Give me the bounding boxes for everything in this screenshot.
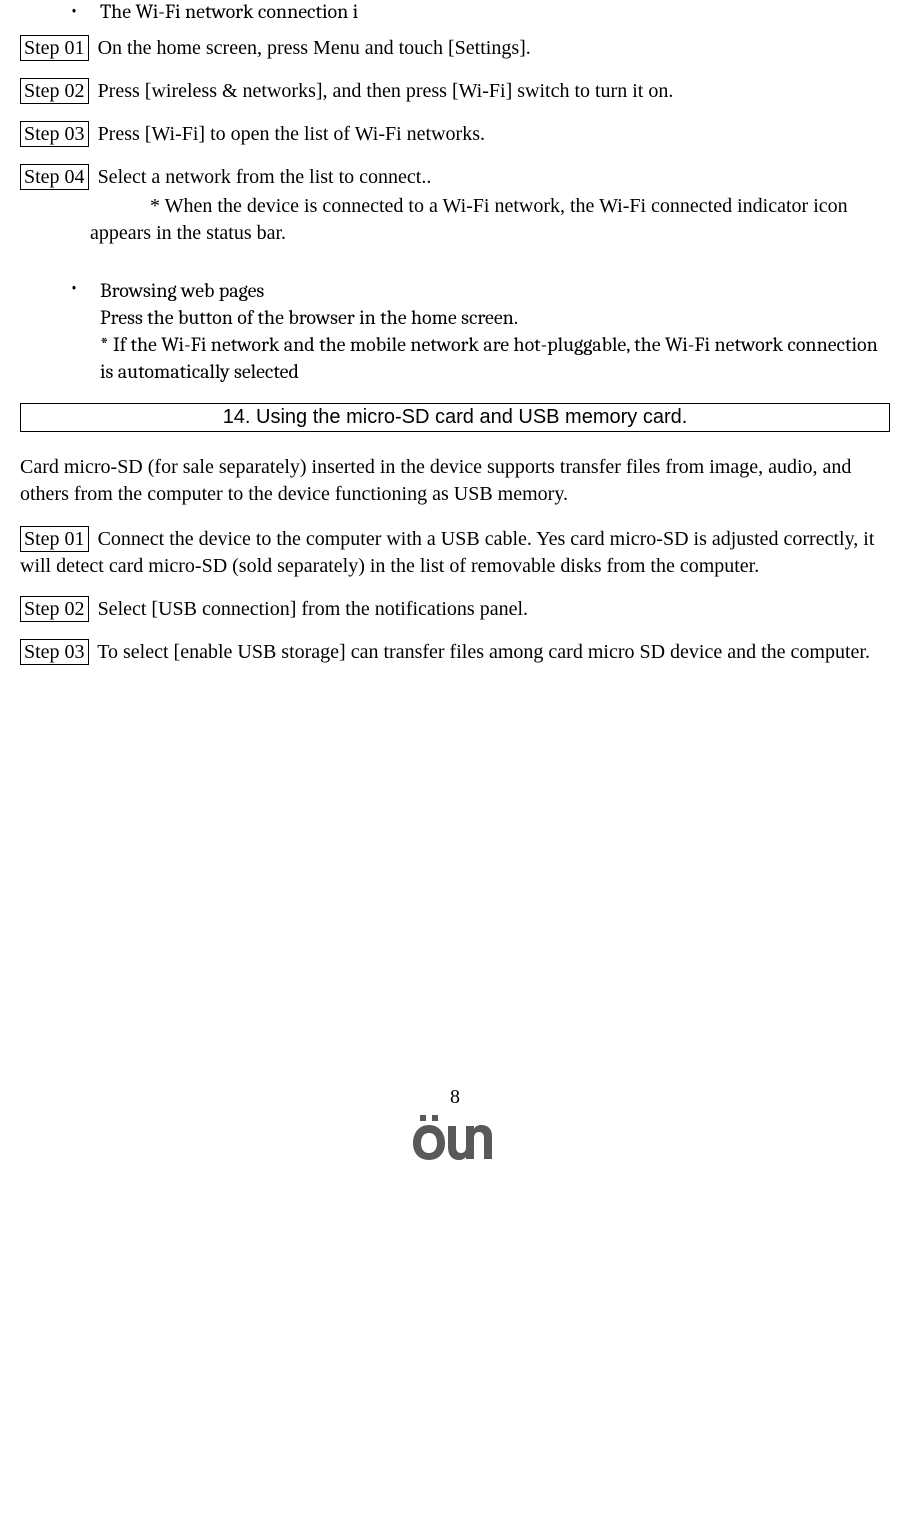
section-header-sd: 14. Using the micro-SD card and USB memo… [20, 403, 890, 432]
bullet-wifi-connection: • The Wi-Fi network connection i [70, 0, 890, 23]
bullet-browsing: • Browsing web pages Press the button of… [70, 277, 890, 385]
sd-intro: Card micro-SD (for sale separately) inse… [20, 454, 890, 508]
sd-step-03: Step 03 To select [enable USB storage] c… [20, 639, 890, 666]
step-label: Step 03 [20, 639, 89, 665]
step-text: Press [wireless & networks], and then pr… [98, 80, 674, 102]
wifi-step-03: Step 03 Press [Wi-Fi] to open the list o… [20, 121, 890, 148]
step-label: Step 02 [20, 78, 89, 104]
step-label: Step 03 [20, 121, 89, 147]
bullet-browsing-title: Browsing web pages [100, 277, 890, 304]
bullet-dot: • [70, 277, 100, 385]
step-label: Step 01 [20, 526, 89, 552]
wifi-step-04: Step 04 Select a network from the list t… [20, 164, 890, 191]
page-number: 8 [20, 1086, 890, 1109]
bullet-browsing-line2: * If the Wi-Fi network and the mobile ne… [100, 331, 890, 385]
step-label: Step 04 [20, 164, 89, 190]
step-text: To select [enable USB storage] can trans… [97, 641, 870, 663]
bullet-wifi-text: The Wi-Fi network connection i [100, 0, 890, 23]
wifi-step-01: Step 01 On the home screen, press Menu a… [20, 35, 890, 62]
step-text: On the home screen, press Menu and touch… [98, 37, 531, 59]
bullet-dot: • [70, 0, 100, 23]
section-header-text: 14. Using the micro-SD card and USB memo… [223, 406, 688, 428]
step-text-content: Connect the device to the computer with … [20, 528, 874, 577]
step-text: Select [USB connection] from the notific… [98, 598, 528, 620]
step-text: Select a network from the list to connec… [98, 166, 432, 188]
logo-own-icon [20, 1113, 890, 1167]
wifi-step-04-sub: * When the device is connected to a Wi-F… [90, 193, 890, 247]
sd-step-02: Step 02 Select [USB connection] from the… [20, 596, 890, 623]
step-text: Connect the device to the computer with … [20, 528, 874, 577]
step-label: Step 01 [20, 35, 89, 61]
step-label: Step 02 [20, 596, 89, 622]
wifi-step-02: Step 02 Press [wireless & networks], and… [20, 78, 890, 105]
step-text: Press [Wi-Fi] to open the list of Wi-Fi … [98, 123, 485, 145]
sd-step-01: Step 01 Connect the device to the comput… [20, 526, 890, 580]
bullet-browsing-line1: Press the button of the browser in the h… [100, 304, 890, 331]
step-sub-text: * When the device is connected to a Wi-F… [90, 195, 848, 244]
